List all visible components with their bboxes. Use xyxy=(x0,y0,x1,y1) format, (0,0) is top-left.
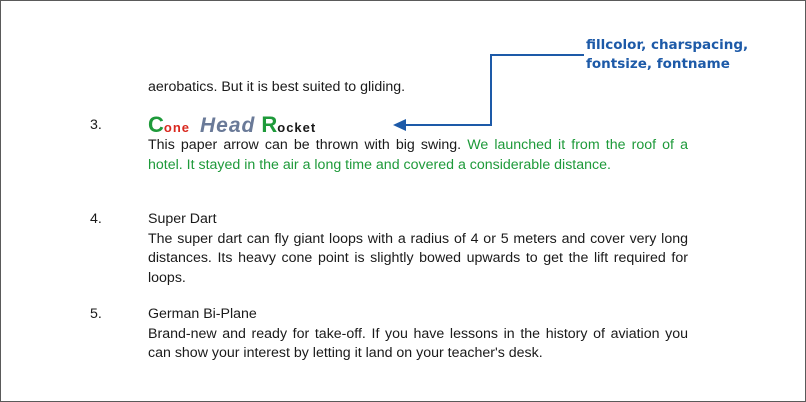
item-text: Brand-new and ready for take-off. If you… xyxy=(148,325,688,362)
list-item-german-bi-plane: German Bi-Plane Brand-new and ready for … xyxy=(148,305,688,364)
list-item-super-dart: Super Dart The super dart can fly giant … xyxy=(148,210,688,288)
item-number-4: 4. xyxy=(90,211,102,227)
item-title: German Bi-Plane xyxy=(148,306,257,322)
title-part: C xyxy=(148,112,164,137)
item-number-5: 5. xyxy=(90,306,102,322)
item-number-3: 3. xyxy=(90,117,102,133)
title-part: one xyxy=(163,120,191,135)
item-text: The super dart can fly giant loops with … xyxy=(148,230,688,286)
title-part: R xyxy=(261,112,278,137)
list-item-cone-head-rocket: Cone Head Rocket This paper arrow can be t… xyxy=(148,114,688,175)
item-title-styled: Cone Head Rocket xyxy=(148,112,688,137)
item-text: This paper arrow can be thrown with big … xyxy=(148,137,462,153)
item-title: Super Dart xyxy=(148,211,217,227)
title-part: Head xyxy=(200,114,256,137)
title-part: ocket xyxy=(277,120,317,135)
text-fragment: aerobatics. But it is best suited to gli… xyxy=(148,79,406,95)
